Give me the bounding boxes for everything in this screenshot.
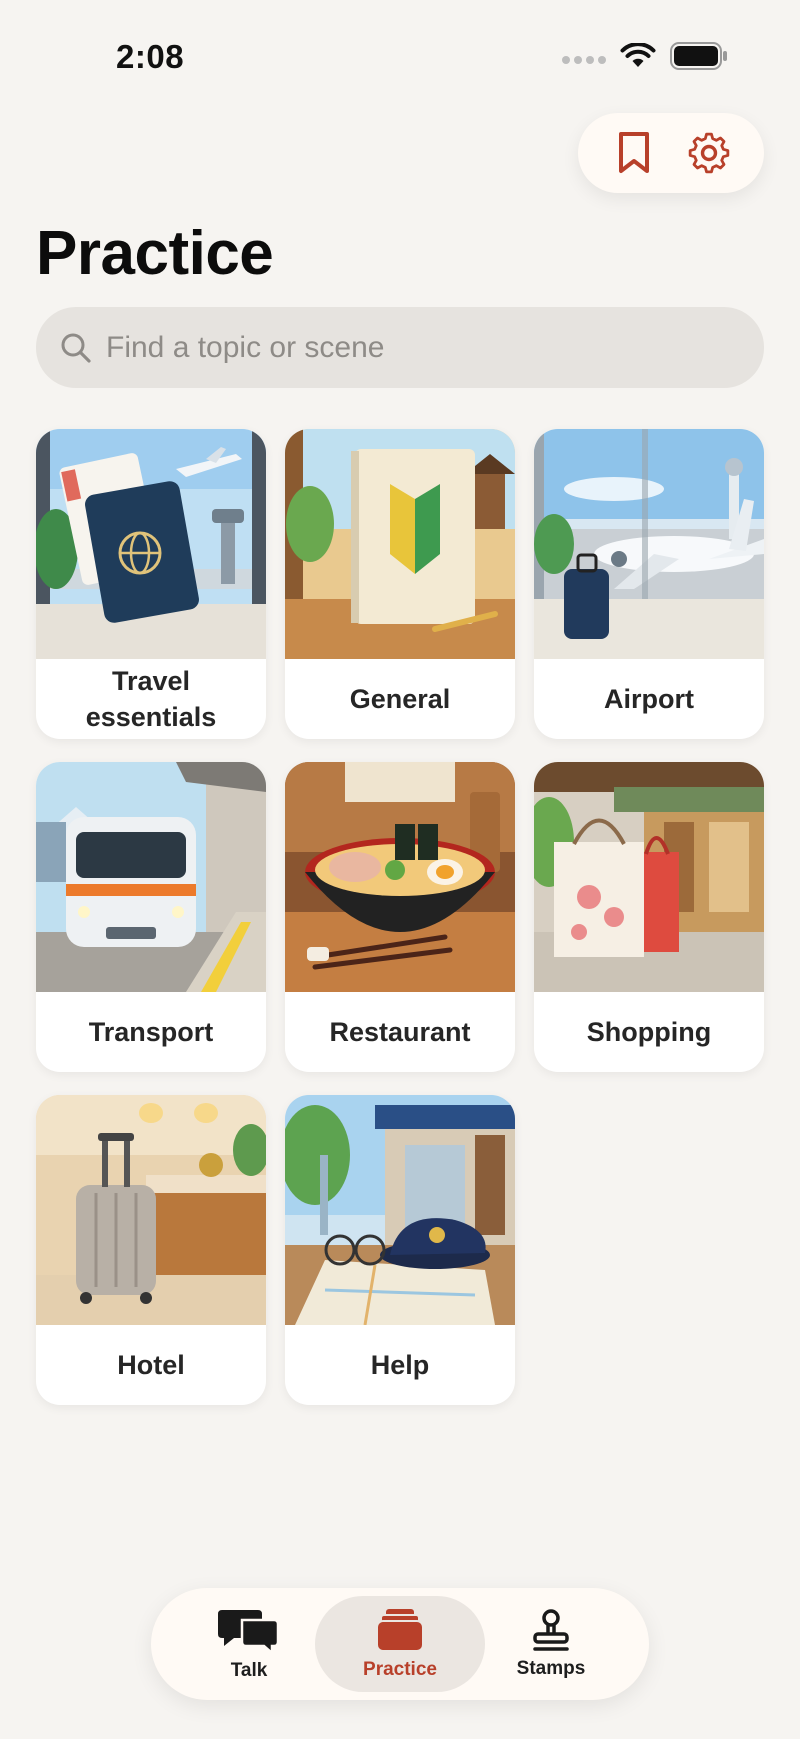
cellular-signal-icon bbox=[562, 56, 606, 64]
train-illustration bbox=[36, 762, 266, 992]
tab-label: Talk bbox=[230, 1660, 268, 1681]
topic-card-hotel[interactable]: Hotel bbox=[36, 1095, 266, 1405]
bookmarks-button[interactable] bbox=[608, 127, 660, 179]
topic-card-restaurant[interactable]: Restaurant bbox=[285, 762, 515, 1072]
bookmark-icon bbox=[618, 132, 649, 173]
ramen-illustration bbox=[285, 762, 515, 992]
police-cap-map-illustration bbox=[285, 1095, 515, 1325]
wifi-icon bbox=[620, 43, 656, 67]
topic-card-shopping[interactable]: Shopping bbox=[534, 762, 764, 1072]
search-bar[interactable] bbox=[36, 307, 764, 388]
topic-card-transport[interactable]: Transport bbox=[36, 762, 266, 1072]
tab-stamps[interactable]: Stamps bbox=[466, 1596, 636, 1692]
chat-bubbles-icon bbox=[218, 1610, 280, 1654]
topic-card-travel-essentials[interactable]: Travel essentials bbox=[36, 429, 266, 739]
topic-label: Airport bbox=[604, 684, 694, 714]
topic-label: Transport bbox=[88, 1017, 214, 1047]
tab-label: Practice bbox=[363, 1659, 437, 1680]
passport-illustration bbox=[36, 429, 266, 659]
topic-grid: Travel essentials General Airport Transp… bbox=[36, 429, 764, 1405]
topic-card-airport[interactable]: Airport bbox=[534, 429, 764, 739]
beginner-mark-book-illustration bbox=[285, 429, 515, 659]
page-title: Practice bbox=[36, 219, 274, 288]
gear-icon bbox=[688, 132, 729, 174]
practice-screen: 2:08 Practice Find a topic or scene Trav… bbox=[0, 0, 800, 1739]
topic-label: Help bbox=[370, 1350, 430, 1380]
topic-card-general[interactable]: General bbox=[285, 429, 515, 739]
suitcase-illustration bbox=[36, 1095, 266, 1325]
topic-label: Travel essentials bbox=[85, 666, 217, 732]
tab-practice[interactable]: Practice bbox=[315, 1596, 485, 1692]
topic-card-help[interactable]: Help bbox=[285, 1095, 515, 1405]
stamp-icon bbox=[533, 1609, 569, 1651]
topic-label: Hotel bbox=[117, 1350, 185, 1380]
topic-label: Shopping bbox=[586, 1017, 712, 1047]
cards-icon bbox=[376, 1609, 424, 1652]
topic-label: General bbox=[349, 684, 451, 714]
tab-talk[interactable]: Talk bbox=[164, 1596, 334, 1692]
shopping-bags-illustration bbox=[534, 762, 764, 992]
airplane-illustration bbox=[534, 429, 764, 659]
search-icon bbox=[61, 333, 91, 363]
bottom-tab-bar: Talk Practice Stamps bbox=[151, 1588, 649, 1700]
search-input[interactable] bbox=[106, 330, 706, 365]
topic-label: Restaurant bbox=[329, 1017, 471, 1047]
status-icons bbox=[562, 42, 728, 70]
top-actions bbox=[578, 113, 764, 193]
settings-button[interactable] bbox=[683, 127, 735, 179]
battery-icon bbox=[670, 42, 727, 70]
tab-label: Stamps bbox=[516, 1658, 586, 1679]
status-time: 2:08 bbox=[116, 38, 185, 75]
